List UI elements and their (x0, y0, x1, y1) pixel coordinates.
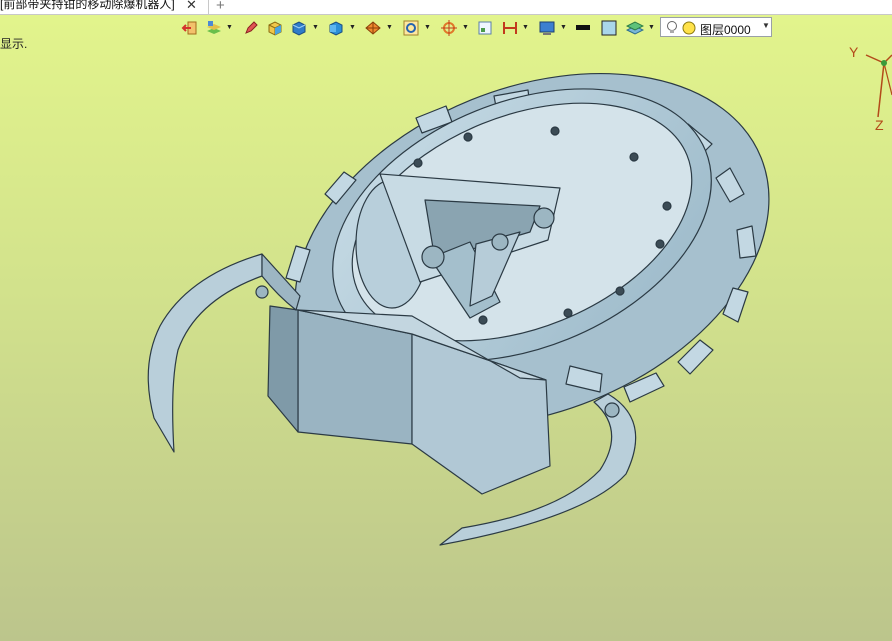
add-tab-icon[interactable]: + (216, 0, 225, 14)
fill-color-icon[interactable] (600, 19, 618, 37)
chevron-down-icon[interactable]: ▼ (522, 24, 529, 31)
box-color-icon[interactable] (266, 19, 284, 37)
chevron-down-icon[interactable]: ▼ (226, 24, 233, 31)
chevron-down-icon[interactable]: ▼ (762, 21, 770, 30)
left-claw (147, 253, 263, 453)
cube-shaded-icon[interactable] (290, 19, 308, 37)
cube-view-icon[interactable] (327, 19, 345, 37)
chevron-down-icon[interactable]: ▼ (386, 24, 393, 31)
line-color-icon[interactable] (574, 19, 592, 37)
view-orientation-icon[interactable] (364, 19, 382, 37)
layers-stack-icon[interactable] (205, 19, 223, 37)
model-viewport[interactable] (0, 40, 892, 641)
chevron-down-icon[interactable]: ▼ (462, 24, 469, 31)
chevron-down-icon[interactable]: ▼ (424, 24, 431, 31)
small-window-icon[interactable] (476, 19, 494, 37)
right-claw-pivot (604, 402, 620, 418)
layer-select[interactable]: 图层0000 ▼ (660, 17, 772, 37)
chevron-down-icon[interactable]: ▼ (349, 24, 356, 31)
chevron-down-icon[interactable]: ▼ (560, 24, 567, 31)
chevron-down-icon[interactable]: ▼ (648, 24, 655, 31)
layer-stack-icon[interactable] (626, 19, 644, 37)
pencil-icon[interactable] (242, 19, 260, 37)
exit-icon[interactable] (181, 19, 199, 37)
display-icon[interactable] (538, 19, 556, 37)
document-tab-title: [前部带夹持钳的移动除爆机器人] (0, 0, 175, 11)
document-tab[interactable]: [前部带夹持钳的移动除爆机器人] ✕ (0, 0, 209, 14)
layer-name: 图层0000 (700, 23, 751, 37)
layer-state-icon[interactable] (682, 21, 696, 35)
lightbulb-icon[interactable] (665, 20, 679, 35)
zoom-icon[interactable] (402, 19, 420, 37)
target-icon[interactable] (440, 19, 458, 37)
left-claw-pivot (255, 285, 269, 299)
close-icon[interactable]: ✕ (186, 0, 197, 11)
dimension-icon[interactable] (501, 19, 519, 37)
tab-bar: [前部带夹持钳的移动除爆机器人] ✕ + (0, 0, 892, 15)
chevron-down-icon[interactable]: ▼ (312, 24, 319, 31)
